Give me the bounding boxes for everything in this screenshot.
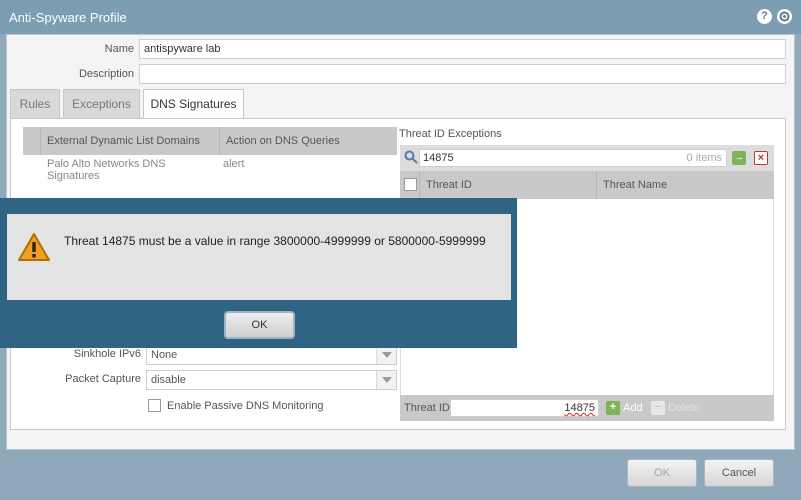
dns-column-domains: External Dynamic List Domains bbox=[41, 127, 220, 155]
threat-search-value: 14875 bbox=[423, 152, 454, 164]
threat-add-bar: Threat ID 14875 + Add − Delete bbox=[400, 395, 774, 421]
search-icon bbox=[404, 150, 418, 167]
delete-button: Delete bbox=[668, 402, 700, 414]
apply-filter-icon[interactable]: → bbox=[732, 151, 746, 165]
chevron-down-icon bbox=[376, 346, 396, 364]
alert-message: Threat 14875 must be a value in range 38… bbox=[64, 234, 486, 248]
add-icon[interactable]: + bbox=[606, 401, 620, 415]
threat-select-all bbox=[400, 171, 420, 199]
packet-capture-value: disable bbox=[151, 374, 186, 386]
dns-table-header: External Dynamic List Domains Action on … bbox=[23, 127, 397, 155]
dns-select-column bbox=[23, 127, 41, 155]
alert-ok-button[interactable]: OK bbox=[224, 311, 295, 339]
window-title: Anti-Spyware Profile bbox=[9, 10, 127, 25]
passive-dns-label: Enable Passive DNS Monitoring bbox=[167, 400, 324, 412]
alert-dialog: Threat 14875 must be a value in range 38… bbox=[0, 198, 517, 348]
alert-body: Threat 14875 must be a value in range 38… bbox=[7, 214, 511, 300]
threat-table-header: Threat ID Threat Name bbox=[400, 171, 774, 199]
tab-rules[interactable]: Rules bbox=[10, 89, 60, 119]
add-button[interactable]: Add bbox=[623, 402, 643, 414]
clear-filter-icon[interactable]: × bbox=[754, 151, 768, 165]
threat-column-name: Threat Name bbox=[603, 179, 668, 191]
tab-exceptions[interactable]: Exceptions bbox=[63, 89, 140, 119]
dns-row-action: alert bbox=[223, 158, 245, 170]
description-label: Description bbox=[78, 68, 134, 80]
name-input[interactable]: antispyware lab bbox=[139, 39, 786, 59]
item-count: 0 items bbox=[686, 152, 722, 164]
delete-icon: − bbox=[651, 401, 665, 415]
threat-search-input[interactable]: 14875 0 items bbox=[419, 149, 727, 167]
sinkhole-ipv6-select[interactable]: None bbox=[146, 345, 397, 365]
window-titlebar: Anti-Spyware Profile ? bbox=[0, 0, 801, 34]
passive-dns-checkbox[interactable] bbox=[148, 399, 161, 412]
table-row[interactable]: Palo Alto Networks DNS Signatures alert bbox=[23, 155, 397, 185]
ok-button[interactable]: OK bbox=[627, 459, 697, 487]
sinkhole-ipv6-label: Sinkhole IPv6 bbox=[73, 348, 141, 360]
packet-capture-select[interactable]: disable bbox=[146, 370, 397, 390]
threat-id-label: Threat ID bbox=[404, 402, 450, 414]
packet-capture-label: Packet Capture bbox=[65, 373, 141, 385]
description-input[interactable] bbox=[139, 64, 786, 84]
dns-row-domain: Palo Alto Networks DNS Signatures bbox=[47, 158, 166, 182]
threat-exceptions-title: Threat ID Exceptions bbox=[399, 128, 502, 140]
chevron-down-icon bbox=[376, 371, 396, 389]
sinkhole-ipv6-value: None bbox=[151, 349, 178, 361]
select-all-checkbox[interactable] bbox=[404, 178, 417, 191]
help-icon[interactable]: ? bbox=[757, 9, 772, 24]
warning-icon bbox=[17, 232, 51, 265]
threat-id-input[interactable]: 14875 bbox=[450, 399, 599, 417]
tab-dns-signatures[interactable]: DNS Signatures bbox=[143, 89, 244, 120]
threat-column-id: Threat ID bbox=[420, 171, 597, 199]
threat-search-bar: 14875 0 items → × bbox=[400, 145, 774, 171]
settings-icon[interactable] bbox=[777, 9, 792, 24]
dns-column-action: Action on DNS Queries bbox=[226, 135, 340, 147]
cancel-button[interactable]: Cancel bbox=[704, 459, 774, 487]
name-label: Name bbox=[104, 43, 134, 55]
